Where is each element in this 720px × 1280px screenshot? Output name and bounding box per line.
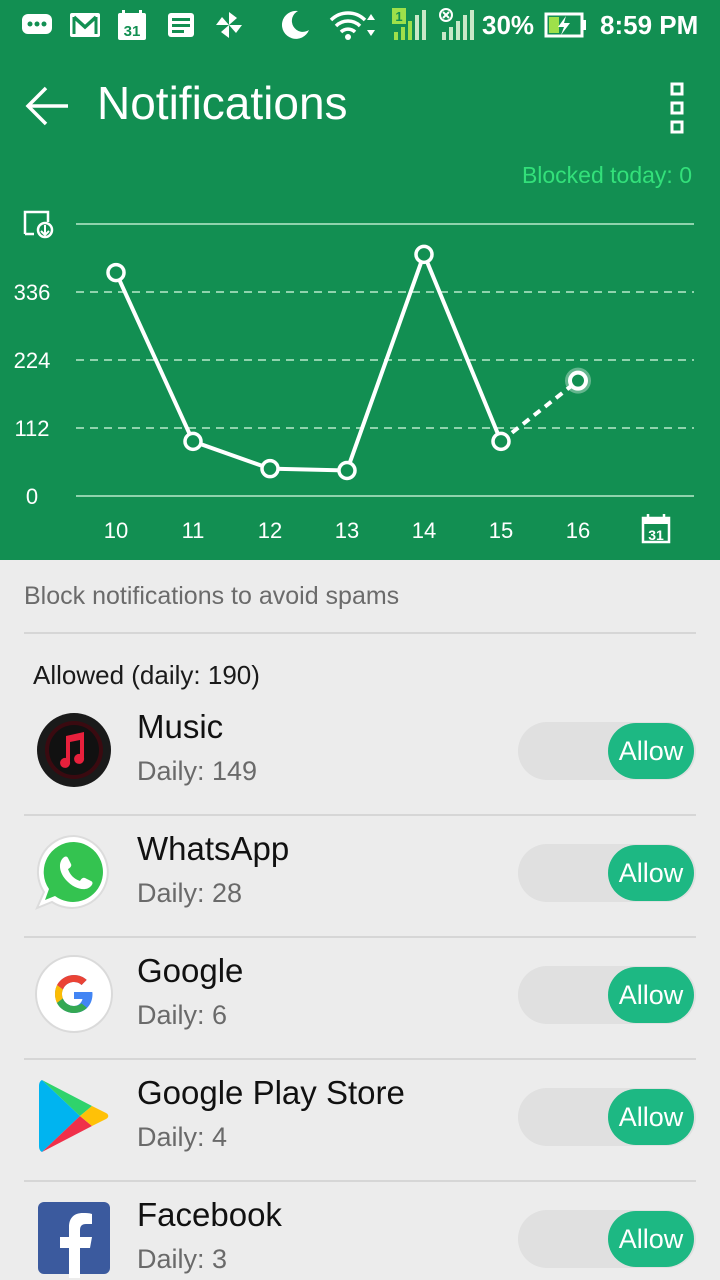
app-daily-count: Daily: 149	[137, 756, 258, 786]
facebook-icon	[38, 1202, 110, 1278]
data-point	[260, 458, 280, 479]
battery-charging-icon	[544, 12, 586, 38]
subtitle: Block notifications to avoid spams	[24, 582, 400, 610]
music-app-icon	[37, 713, 111, 787]
play-store-icon	[39, 1080, 109, 1152]
series-line	[114, 248, 503, 473]
calendar-icon[interactable]: 31	[641, 514, 671, 544]
battery-percent: 30%	[482, 10, 535, 40]
app-daily-count: Daily: 6	[137, 1000, 228, 1030]
toggle-label: Allow	[608, 967, 694, 1023]
app-bar: Notifications	[0, 60, 720, 156]
clock: 8:59 PM	[600, 10, 699, 40]
blocked-today-label: Blocked today: 0	[521, 162, 692, 188]
signal-sim1-icon: 1	[392, 8, 426, 40]
app-row-play-store: Google Play Store Daily: 4 Allow	[0, 1060, 720, 1182]
app-name: Facebook	[137, 1196, 282, 1233]
data-point	[183, 431, 203, 452]
export-download-icon[interactable]	[23, 210, 54, 239]
pinwheel-icon	[216, 12, 242, 38]
app-row-facebook: Facebook Daily: 3 Allow	[0, 1182, 720, 1280]
signal-sim2-icon	[439, 8, 474, 40]
more-vert-icon[interactable]	[655, 78, 699, 138]
page-title: Notifications	[97, 77, 348, 129]
y-tick-label: 224	[14, 348, 51, 373]
allow-toggle-play-store[interactable]: Allow	[518, 1088, 696, 1146]
app-daily-count: Daily: 4	[137, 1122, 228, 1152]
google-icon	[35, 955, 113, 1033]
x-tick-label: 12	[258, 518, 282, 543]
data-point	[414, 244, 434, 265]
app-row-whatsapp: WhatsApp Daily: 28 Allow	[0, 816, 720, 938]
x-tick-label: 11	[182, 518, 205, 543]
allow-toggle-google[interactable]: Allow	[518, 966, 696, 1024]
x-tick-label: 13	[335, 518, 359, 543]
arrow-left-icon[interactable]	[18, 76, 78, 136]
data-point	[337, 460, 357, 481]
svg-text:1: 1	[395, 9, 402, 24]
app-row-google: Google Daily: 6 Allow	[0, 938, 720, 1060]
data-point	[491, 431, 511, 452]
header: 31 1 30% 8:59 PM Notifications Blocked t…	[0, 0, 720, 560]
toggle-label: Allow	[608, 845, 694, 901]
chart-calendar-date: 31	[648, 527, 664, 543]
allow-toggle-facebook[interactable]: Allow	[518, 1210, 696, 1268]
app-daily-count: Daily: 3	[137, 1244, 228, 1274]
y-tick-label: 112	[14, 416, 49, 441]
app-name: Google Play Store	[137, 1074, 405, 1111]
calendar-icon: 31	[118, 10, 146, 40]
y-tick-label: 336	[14, 280, 51, 305]
status-bar: 31 1 30% 8:59 PM	[0, 0, 720, 54]
toggle-label: Allow	[608, 723, 694, 779]
status-calendar-date: 31	[124, 23, 141, 40]
app-name: Music	[137, 708, 224, 745]
app-row-music: Music Daily: 149 Allow	[0, 694, 720, 816]
notifications-line-chart: 336 224 112 0 10 11 12 13 14 15 16 31	[14, 210, 694, 544]
app-name: WhatsApp	[137, 830, 290, 867]
data-point	[106, 262, 126, 283]
chat-icon	[22, 14, 52, 34]
whatsapp-icon	[35, 834, 109, 910]
x-tick-label: 15	[489, 518, 513, 543]
gmail-icon	[70, 13, 100, 37]
allow-toggle-music[interactable]: Allow	[518, 722, 696, 780]
x-tick-label: 10	[104, 518, 128, 543]
toggle-label: Allow	[608, 1211, 694, 1267]
data-point	[568, 370, 588, 391]
news-icon	[168, 13, 194, 37]
wifi-icon	[329, 11, 375, 40]
divider	[24, 632, 696, 634]
x-tick-label: 16	[566, 518, 590, 543]
moon-icon	[281, 10, 309, 39]
section-label: Allowed (daily: 190)	[33, 660, 260, 690]
x-tick-label: 14	[412, 518, 436, 543]
toggle-label: Allow	[608, 1089, 694, 1145]
y-tick-label: 0	[26, 484, 38, 509]
allow-toggle-whatsapp[interactable]: Allow	[518, 844, 696, 902]
app-name: Google	[137, 952, 244, 989]
series-line-projection	[499, 379, 580, 443]
app-daily-count: Daily: 28	[137, 878, 243, 908]
